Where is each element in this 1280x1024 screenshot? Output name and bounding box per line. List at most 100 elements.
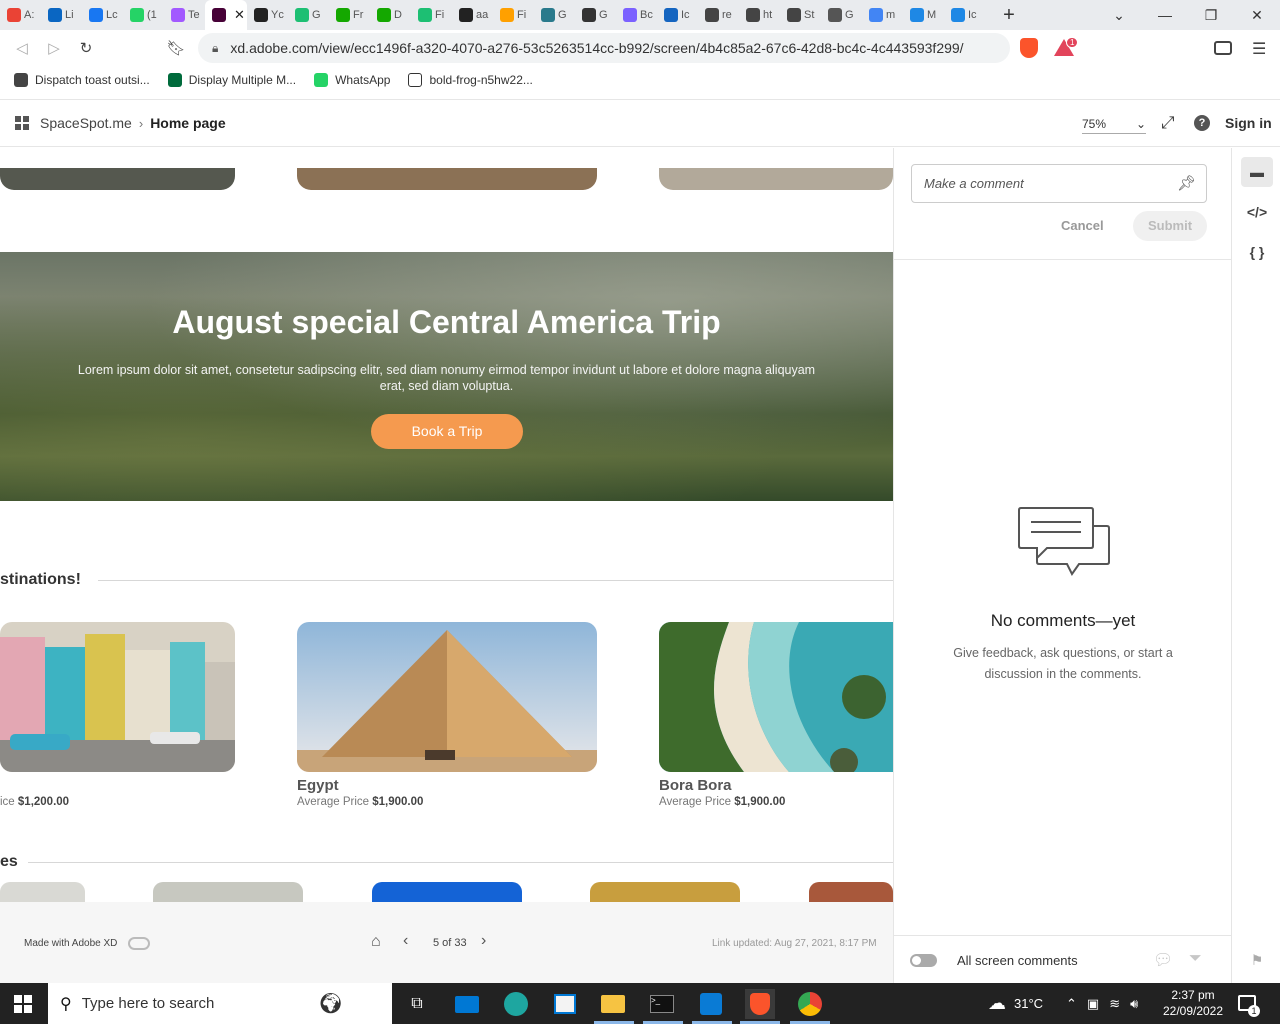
zoom-select[interactable]: 75% ⌄ [1082,114,1146,134]
experience-image[interactable] [590,882,740,902]
reload-button[interactable]: ↻ [70,39,102,57]
browser-tab[interactable]: Ic [657,0,698,30]
specs-tab-icon[interactable]: { } [1241,237,1273,267]
clock-time: 2:37 pm [1171,988,1215,1002]
system-clock[interactable]: 2:37 pm 22/09/2022 [1158,987,1228,1019]
bookmark-item[interactable]: bold-frog-n5hw22... [408,73,533,87]
terminal-icon[interactable]: >_ [647,989,677,1019]
file-explorer-icon[interactable] [598,989,628,1019]
browser-tab[interactable]: Bc [616,0,657,30]
browser-tab[interactable]: ht [739,0,780,30]
experience-image[interactable] [153,882,303,902]
github-icon [254,8,268,22]
all-screen-comments-toggle[interactable] [910,954,937,967]
volume-icon[interactable]: 🔊︎ [1130,996,1138,1012]
browser-menu-icon[interactable]: ☰ [1252,39,1266,59]
browser-tab[interactable]: Yc [247,0,288,30]
experience-image[interactable] [0,882,85,902]
wallet-icon[interactable] [1214,41,1232,55]
browser-tab[interactable]: G [575,0,616,30]
collapse-panel-icon[interactable]: ⚑ [1241,945,1273,975]
browser-tab[interactable]: A: [0,0,41,30]
filter-icon[interactable]: ⏷ [1189,950,1202,968]
fiverr-icon [295,8,309,22]
taskbar-search[interactable]: ⚲ Type here to search 🌍︎ [48,983,392,1024]
comments-tab-icon[interactable]: ▬ [1241,157,1273,187]
breadcrumb-current: Home page [150,115,226,131]
bookmark-item[interactable]: WhatsApp [314,73,390,87]
brave-shields-icon[interactable] [1020,38,1038,58]
book-trip-button[interactable]: Book a Trip [371,414,523,449]
browser-tab[interactable]: M [903,0,944,30]
destination-image-havana[interactable] [0,622,235,772]
restore-button[interactable]: ❐ [1188,7,1234,24]
sign-in-link[interactable]: Sign in [1225,115,1272,131]
tab-title: A: [24,9,35,21]
meet-now-icon[interactable]: ▣ [1087,996,1099,1012]
close-window-button[interactable]: ✕ [1234,7,1280,24]
tab-title: (1 [147,9,157,21]
url-bar[interactable]: 🔒︎ xd.adobe.com/view/ecc1496f-a320-4070-… [198,33,1010,63]
new-tab-button[interactable]: + [997,4,1021,27]
close-tab-icon[interactable]: ✕ [234,7,245,23]
cancel-button[interactable]: Cancel [1061,218,1104,233]
hide-comments-icon[interactable]: 💬︎ [1153,950,1173,970]
browser-tab[interactable]: Fr [329,0,370,30]
browser-tab[interactable]: m [862,0,903,30]
browser-tab[interactable]: G [534,0,575,30]
previous-screen-icon[interactable]: ‹ [403,932,408,950]
browser-tab[interactable]: aa [452,0,493,30]
breadcrumb-root[interactable]: SpaceSpot.me [40,115,132,131]
minimize-button[interactable]: — [1142,7,1188,23]
help-icon[interactable]: ? [1194,115,1210,131]
fullscreen-icon[interactable]: ⤢ [1161,113,1175,133]
destination-image-bora-bora[interactable] [659,622,893,772]
experience-image[interactable] [809,882,893,902]
code-tab-icon[interactable]: </> [1241,197,1273,227]
browser-tab[interactable]: Lc [82,0,123,30]
experience-image[interactable] [372,882,522,902]
upwork-icon [377,8,391,22]
creative-cloud-icon [128,937,150,950]
browser-tab[interactable]: re [698,0,739,30]
windows-start-icon[interactable] [14,995,32,1013]
browser-tab[interactable]: Fi [411,0,452,30]
destination-image-egypt[interactable] [297,622,597,772]
bookmark-item[interactable]: Display Multiple M... [167,73,296,87]
comment-placeholder: Make a comment [924,176,1024,191]
browser-tab[interactable]: (1 [123,0,164,30]
brave-icon[interactable] [745,989,775,1019]
tab-title: Fi [435,9,445,21]
browser-tab[interactable]: G [288,0,329,30]
grid-view-icon[interactable] [15,116,29,130]
browser-tab[interactable]: ✕ [205,0,247,30]
browser-tab[interactable]: Fi [493,0,534,30]
pin-icon[interactable]: 📌︎ [1177,174,1196,192]
browser-tab[interactable]: G [821,0,862,30]
browser-tab[interactable]: St [780,0,821,30]
figma-icon [171,8,185,22]
store-icon[interactable] [550,989,580,1019]
browser-tab[interactable]: Ic [944,0,985,30]
edge-icon[interactable] [501,989,531,1019]
home-icon[interactable]: ⌂ [371,933,381,951]
bookmark-page-icon[interactable]: 🔖︎ [160,39,192,57]
back-button[interactable]: ◁ [6,39,38,57]
bookmark-item[interactable]: Dispatch toast outsi... [14,73,150,87]
browser-tab[interactable]: Te [164,0,205,30]
next-screen-icon[interactable]: › [481,932,486,950]
forward-button[interactable]: ▷ [38,39,70,57]
browser-tab[interactable]: D [370,0,411,30]
vscode-icon[interactable] [696,989,726,1019]
tab-search-icon[interactable]: ⌄ [1096,7,1142,24]
mail-icon[interactable] [452,989,482,1019]
browser-tab[interactable]: Li [41,0,82,30]
task-view-icon[interactable]: ⧉ [402,989,432,1019]
price-label: Average Price [659,796,735,808]
chrome-icon[interactable] [795,989,825,1019]
comment-input[interactable]: Make a comment 📌︎ [911,164,1207,203]
submit-button[interactable]: Submit [1133,211,1207,241]
chevron-up-icon[interactable]: ⌃ [1066,996,1077,1012]
wifi-icon[interactable]: ≋ [1109,996,1120,1012]
weather-widget[interactable]: ☁ 31°C [988,983,1043,1024]
